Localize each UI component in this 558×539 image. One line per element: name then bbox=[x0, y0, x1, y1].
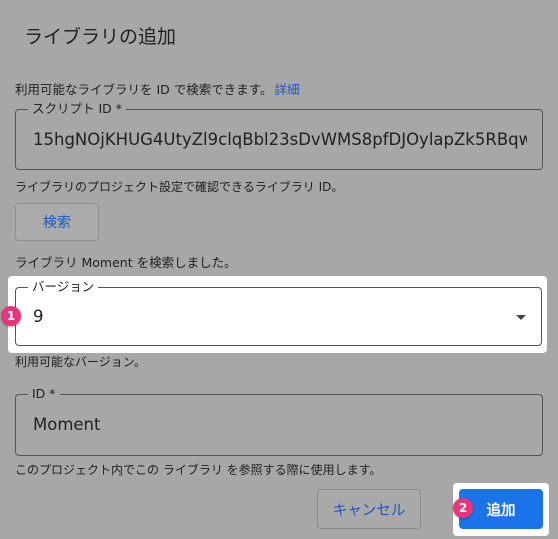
search-button[interactable]: 検索 bbox=[15, 203, 99, 241]
script-id-input[interactable]: 15hgNOjKHUG4UtyZl9clqBbl23sDvWMS8pfDJOyl… bbox=[33, 130, 527, 149]
dialog-title: ライブラリの追加 bbox=[24, 26, 177, 48]
annotation-badge-1: 1 bbox=[1, 306, 21, 326]
cancel-button[interactable]: キャンセル bbox=[317, 489, 421, 529]
id-field[interactable]: ID * Moment bbox=[15, 386, 543, 456]
description-text: 利用可能なライブラリを ID で検索できます。 bbox=[15, 82, 273, 97]
id-input[interactable]: Moment bbox=[33, 415, 100, 434]
script-id-field[interactable]: スクリプト ID * 15hgNOjKHUG4UtyZl9clqBbl23sDv… bbox=[15, 101, 543, 170]
dialog-description: 利用可能なライブラリを ID で検索できます。 詳細 bbox=[15, 79, 300, 98]
id-label: ID * bbox=[28, 386, 60, 402]
version-value: 9 bbox=[33, 307, 44, 326]
version-select[interactable]: バージョン 9 bbox=[15, 279, 542, 346]
search-result-text: ライブラリ Moment を検索しました。 bbox=[15, 255, 237, 270]
version-helper: 利用可能なバージョン。 bbox=[15, 355, 147, 369]
version-label: バージョン bbox=[28, 279, 99, 295]
script-id-label: スクリプト ID * bbox=[28, 101, 127, 117]
script-id-helper: ライブラリのプロジェクト設定で確認できるライブラリ ID。 bbox=[15, 180, 344, 194]
id-helper: このプロジェクト内でこの ライブラリ を参照する際に使用します。 bbox=[15, 463, 382, 477]
annotation-badge-2: 2 bbox=[453, 498, 473, 518]
details-link[interactable]: 詳細 bbox=[275, 82, 300, 97]
caret-down-icon[interactable] bbox=[516, 315, 526, 320]
